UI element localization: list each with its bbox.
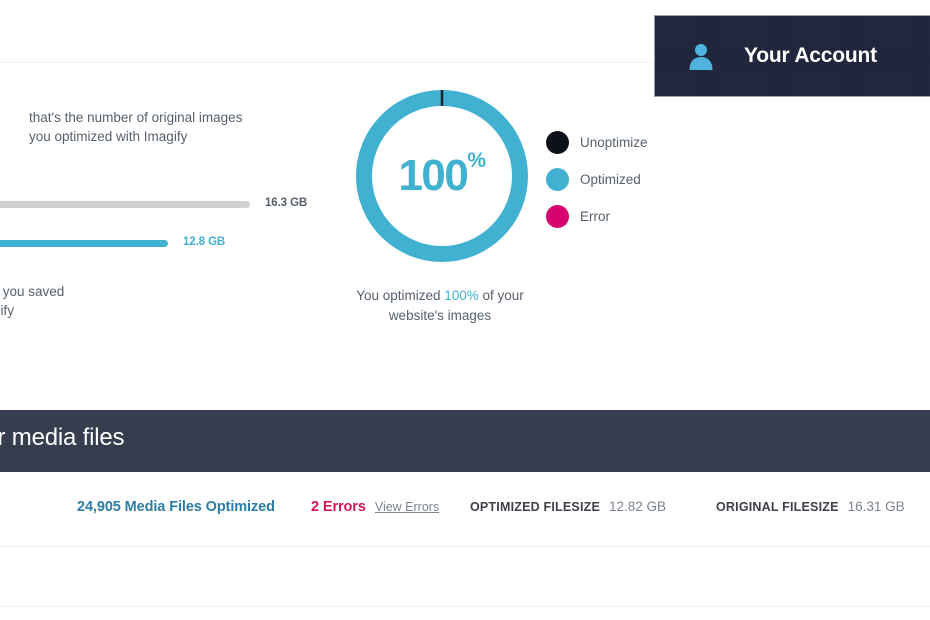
panel-bottom-strip — [0, 607, 930, 620]
legend-label-optimized: Optimized — [580, 172, 641, 187]
legend-label-unoptimized: Unoptimize — [580, 135, 648, 150]
optimized-filesize-bar — [0, 240, 168, 247]
donut-caption-prefix: You optimized — [356, 288, 445, 303]
stat-files-optimized-value: 24,905 Media Files Optimized — [77, 499, 275, 515]
stat-errors-count: 2 Errors — [311, 499, 366, 515]
stat-original-filesize-value: 16.31 GB — [847, 499, 905, 514]
your-account-label: Your Account — [744, 44, 877, 67]
stat-optimized-filesize: OPTIMIZED FILESIZE 12.82 GB — [470, 499, 666, 514]
donut-percent-symbol: % — [467, 149, 486, 172]
stat-errors: 2 Errors View Errors — [311, 499, 439, 515]
saved-caption-line-1: s the size you saved — [0, 284, 65, 299]
user-icon — [686, 41, 716, 71]
donut-legend: Unoptimize Optimized Error — [546, 124, 648, 235]
legend-dot-error-icon — [546, 205, 569, 228]
legend-dot-optimized-icon — [546, 168, 569, 191]
bulk-optimization-header — [0, 410, 930, 472]
donut-caption-line-2: website's images — [388, 308, 492, 323]
stat-original-filesize-key: ORIGINAL FILESIZE — [716, 500, 839, 514]
imagify-dashboard: ew 9 that's the number of original image… — [0, 0, 930, 620]
bulk-stats-row: RARY 24,905 Media Files Optimized 2 Erro… — [0, 472, 930, 546]
legend-item-optimized: Optimized — [546, 161, 648, 198]
stat-files-optimized: 24,905 Media Files Optimized — [77, 499, 275, 515]
stat-optimized-filesize-value: 12.82 GB — [609, 499, 667, 514]
stat-original-filesize: ORIGINAL FILESIZE 16.31 GB — [716, 499, 905, 514]
legend-item-error: Error — [546, 198, 648, 235]
original-filesize-bar — [0, 201, 250, 208]
count-caption-line-2: you optimized with Imagify — [29, 129, 188, 144]
donut-caption: You optimized 100% of your website's ima… — [332, 286, 548, 326]
bulk-optimization-title: ze your media files — [0, 424, 125, 451]
bulk-note-row: e your media files from your Media Libra… — [0, 547, 930, 606]
legend-dot-unoptimized-icon — [546, 131, 569, 154]
legend-item-unoptimized: Unoptimize — [546, 124, 648, 161]
optimized-filesize-bar-label: 12.8 GB — [183, 236, 226, 248]
legend-label-error: Error — [580, 209, 610, 224]
saved-size-caption: s the size you saved sing Imagify — [0, 282, 152, 320]
stat-optimized-filesize-key: OPTIMIZED FILESIZE — [470, 500, 600, 514]
donut-center-label: 100% — [352, 86, 532, 266]
donut-percent-value: 100 — [398, 151, 468, 200]
donut-caption-suffix: of your — [478, 288, 524, 303]
your-account-button[interactable]: Your Account — [654, 15, 930, 97]
donut-caption-highlight: 100% — [444, 288, 479, 303]
saved-caption-line-2: sing Imagify — [0, 303, 15, 318]
original-filesize-bar-label: 16.3 GB — [265, 197, 308, 209]
count-caption-line-1: that's the number of original images — [29, 110, 243, 125]
bulk-stats-inner: RARY 24,905 Media Files Optimized 2 Erro… — [0, 472, 930, 546]
donut-percent: 100% — [398, 150, 486, 200]
optimized-images-caption: that's the number of original images you… — [29, 108, 269, 146]
view-errors-link[interactable]: View Errors — [375, 500, 439, 514]
optimization-donut-chart: 100% — [352, 86, 532, 266]
